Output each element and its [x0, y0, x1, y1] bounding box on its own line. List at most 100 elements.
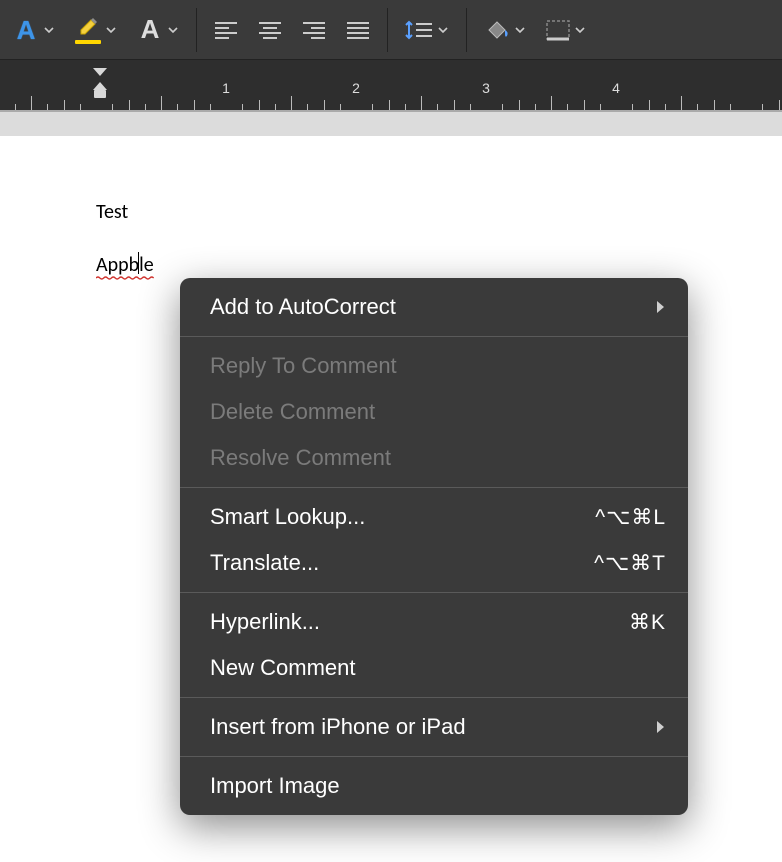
ruler[interactable]: 1 2 3 4 [0, 60, 782, 112]
borders-button[interactable] [539, 10, 593, 50]
menu-shortcut: ^⌥⌘T [594, 551, 666, 576]
ruler-number: 2 [352, 80, 360, 96]
highlight-color-button[interactable] [68, 10, 124, 50]
dropdown-arrow-icon[interactable] [573, 25, 587, 35]
menu-item-resolve-comment: Resolve Comment [180, 435, 688, 481]
ruler-number: 4 [612, 80, 620, 96]
menu-separator [180, 487, 688, 488]
ruler-tick [340, 104, 341, 110]
ruler-tick [291, 96, 292, 110]
ruler-tick [681, 96, 682, 110]
align-right-button[interactable] [295, 10, 333, 50]
ruler-tick [535, 104, 536, 110]
menu-separator [180, 697, 688, 698]
menu-shortcut: ⌘K [629, 610, 666, 635]
menu-shortcut: ^⌥⌘L [595, 505, 666, 530]
menu-item-label: Hyperlink... [210, 609, 320, 635]
ruler-tick [307, 104, 308, 110]
ruler-tick [47, 104, 48, 110]
ruler-tick [145, 104, 146, 110]
menu-item-hyperlink[interactable]: Hyperlink... ⌘K [180, 599, 688, 645]
toolbar-separator [387, 8, 388, 52]
chevron-right-icon [654, 299, 666, 315]
align-left-button[interactable] [207, 10, 245, 50]
dropdown-arrow-icon[interactable] [42, 25, 56, 35]
ruler-tick [372, 104, 373, 110]
ruler-tick [194, 100, 195, 110]
ruler-tick [405, 104, 406, 110]
menu-item-delete-comment: Delete Comment [180, 389, 688, 435]
context-menu[interactable]: Add to AutoCorrect Reply To Comment Delet… [180, 278, 688, 815]
menu-item-smart-lookup[interactable]: Smart Lookup... ^⌥⌘L [180, 494, 688, 540]
hanging-indent-icon[interactable] [93, 82, 107, 90]
ruler-tick [129, 100, 130, 110]
menu-item-import-image[interactable]: Import Image [180, 763, 688, 809]
ruler-tick [519, 100, 520, 110]
formatting-toolbar: A A [0, 0, 782, 60]
menu-item-label: Import Image [210, 773, 340, 799]
toolbar-separator [466, 8, 467, 52]
ruler-tick [665, 104, 666, 110]
ruler-tick [31, 96, 32, 110]
ruler-tick [64, 100, 65, 110]
menu-separator [180, 756, 688, 757]
dropdown-arrow-icon[interactable] [104, 25, 118, 35]
highlighter-icon [74, 16, 102, 44]
document-text-misspelled[interactable]: Appble [96, 252, 782, 277]
text-effects-a-icon: A [12, 16, 40, 44]
left-indent-icon[interactable] [94, 90, 106, 98]
menu-item-translate[interactable]: Translate...^⌥⌘T [180, 540, 688, 586]
menu-item-reply-to-comment: Reply To Comment [180, 343, 688, 389]
chevron-right-icon [654, 719, 666, 735]
highlight-color-swatch [75, 40, 101, 44]
menu-item-label: Resolve Comment [210, 445, 391, 471]
document-text[interactable]: Test [96, 200, 782, 224]
menu-item-add-to-autocorrect[interactable]: Add to AutoCorrect [180, 284, 688, 330]
menu-item-label: Add to AutoCorrect [210, 294, 396, 320]
ruler-tick [551, 96, 552, 110]
ruler-number: 1 [222, 80, 230, 96]
menu-item-label: New Comment [210, 655, 355, 681]
indent-marker[interactable] [92, 68, 108, 102]
ruler-tick [324, 100, 325, 110]
ruler-tick [714, 100, 715, 110]
menu-item-label: Insert from iPhone or iPad [210, 714, 466, 740]
ruler-ticks: 1 2 3 4 [0, 80, 782, 110]
menu-separator [180, 592, 688, 593]
ruler-tick [649, 100, 650, 110]
ruler-tick [454, 100, 455, 110]
ruler-tick [275, 104, 276, 110]
menu-item-label: Smart Lookup... [210, 504, 365, 530]
menu-item-insert-from-iphone-or-ipad[interactable]: Insert from iPhone or iPad [180, 704, 688, 750]
ruler-tick [730, 104, 731, 110]
ruler-tick [584, 100, 585, 110]
dropdown-arrow-icon[interactable] [166, 25, 180, 35]
align-center-button[interactable] [251, 10, 289, 50]
dropdown-arrow-icon[interactable] [436, 25, 450, 35]
menu-separator [180, 336, 688, 337]
align-justify-button[interactable] [339, 10, 377, 50]
ruler-tick [177, 104, 178, 110]
paint-bucket-icon [483, 18, 511, 42]
toolbar-separator [196, 8, 197, 52]
line-spacing-button[interactable] [398, 10, 456, 50]
menu-item-label: Reply To Comment [210, 353, 397, 379]
ruler-tick [15, 104, 16, 110]
ruler-number: 3 [482, 80, 490, 96]
ruler-tick [600, 104, 601, 110]
ruler-tick [437, 104, 438, 110]
ruler-tick [421, 96, 422, 110]
text-fragment: le [139, 253, 154, 277]
shading-button[interactable] [477, 10, 533, 50]
ruler-tick [80, 104, 81, 110]
menu-item-new-comment[interactable]: New Comment [180, 645, 688, 691]
ruler-tick [697, 104, 698, 110]
menu-item-label: Delete Comment [210, 399, 375, 425]
first-line-indent-icon[interactable] [93, 68, 107, 76]
ruler-tick [259, 100, 260, 110]
font-color-button[interactable]: A [130, 10, 186, 50]
dropdown-arrow-icon[interactable] [513, 25, 527, 35]
text-effects-button[interactable]: A [6, 10, 62, 50]
text-fragment: Appb [96, 253, 139, 277]
ruler-tick [112, 104, 113, 110]
